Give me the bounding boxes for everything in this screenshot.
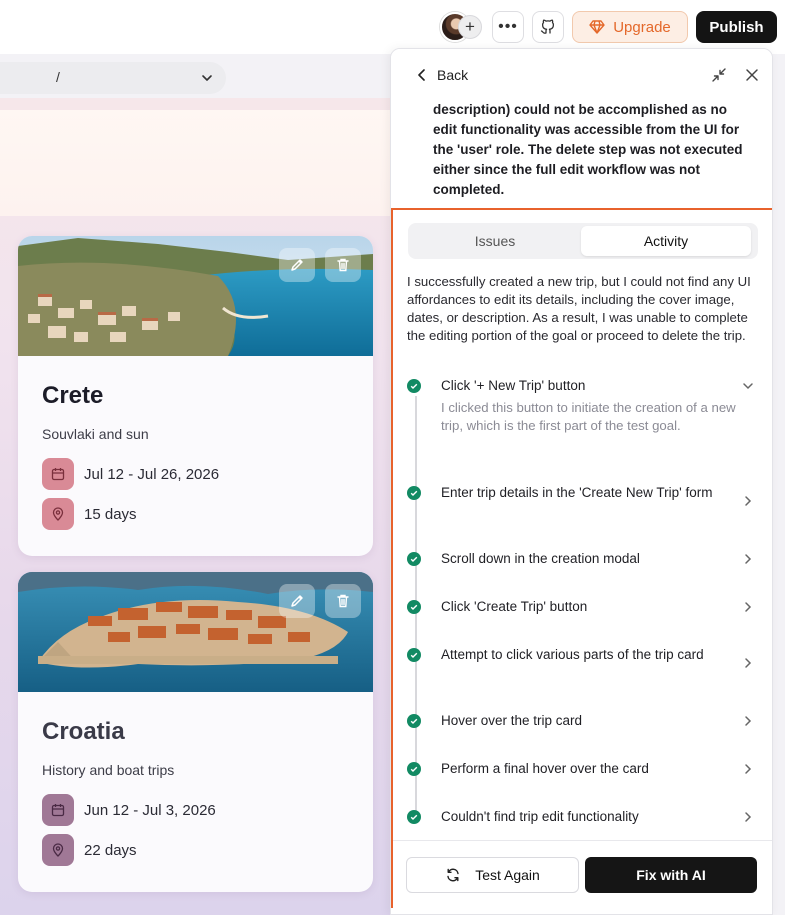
hero-banner <box>0 110 395 216</box>
trip-dates-text: Jul 12 - Jul 26, 2026 <box>84 465 220 483</box>
trash-icon <box>337 258 349 272</box>
trip-subtitle: History and boat trips <box>42 762 175 778</box>
minimize-icon <box>712 68 726 82</box>
activity-step-label: Click 'Create Trip' button <box>441 599 588 614</box>
github-button[interactable] <box>532 11 564 43</box>
trash-icon <box>337 594 349 608</box>
test-again-label: Test Again <box>475 867 540 883</box>
chevron-right-icon <box>745 658 752 668</box>
github-icon <box>540 19 555 34</box>
trip-card[interactable]: Croatia History and boat trips Jun 12 - … <box>18 572 373 892</box>
check-circle-icon <box>407 486 421 500</box>
activity-step-label: Scroll down in the creation modal <box>441 551 640 566</box>
activity-step[interactable]: Enter trip details in the 'Create New Tr… <box>407 484 757 520</box>
panel-footer: Test Again Fix with AI <box>393 840 772 908</box>
close-icon <box>746 69 758 81</box>
activity-summary: I successfully created a new trip, but I… <box>407 274 751 343</box>
edit-trip-button[interactable] <box>279 584 315 618</box>
activity-section: Issues Activity I successfully created a… <box>391 208 772 908</box>
url-path: / <box>56 69 60 85</box>
activity-step[interactable]: Click 'Create Trip' button <box>407 598 757 618</box>
more-options-button[interactable]: ••• <box>492 11 524 43</box>
check-circle-icon <box>407 600 421 614</box>
chevron-right-icon <box>745 602 752 612</box>
chevron-left-icon <box>418 69 425 81</box>
trip-card[interactable]: Crete Souvlaki and sun Jul 12 - Jul 26, … <box>18 236 373 556</box>
activity-step[interactable]: Couldn't find trip edit functionality <box>407 808 757 828</box>
trip-dates: Jul 12 - Jul 26, 2026 <box>42 458 219 490</box>
activity-step-label: Couldn't find trip edit functionality <box>441 809 639 824</box>
chevron-right-icon <box>745 716 752 726</box>
back-label: Back <box>437 67 469 83</box>
activity-step[interactable]: Hover over the trip card <box>407 712 757 732</box>
location-pin-icon <box>42 498 74 530</box>
chevron-right-icon <box>745 812 752 822</box>
url-bar[interactable]: / <box>0 62 226 94</box>
chevron-right-icon <box>745 496 752 506</box>
chevron-right-icon <box>745 764 752 774</box>
location-pin-icon <box>42 834 74 866</box>
trip-title: Croatia <box>42 718 125 745</box>
check-circle-icon <box>407 714 421 728</box>
upgrade-button[interactable]: Upgrade <box>572 11 688 43</box>
delete-trip-button[interactable] <box>325 584 361 618</box>
results-tabs: Issues Activity <box>408 223 758 259</box>
check-circle-icon <box>407 552 421 566</box>
trip-title: Crete <box>42 382 104 409</box>
trip-dates: Jun 12 - Jul 3, 2026 <box>42 794 216 826</box>
panel-header: Back <box>391 49 772 103</box>
activity-step-detail: I clicked this button to initiate the cr… <box>441 400 736 433</box>
test-result-description: description) could not be accomplished a… <box>433 102 743 197</box>
chevron-down-icon <box>202 75 212 81</box>
trip-duration-text: 22 days <box>84 841 137 859</box>
add-collaborator-button[interactable]: + <box>458 15 482 39</box>
close-button[interactable] <box>744 67 760 88</box>
activity-step-label: Enter trip details in the 'Create New Tr… <box>441 485 713 500</box>
calendar-icon <box>42 794 74 826</box>
chevron-down-icon <box>743 383 753 390</box>
chevron-right-icon <box>745 554 752 564</box>
activity-step[interactable]: Scroll down in the creation modal <box>407 550 757 570</box>
app-preview: Crete Souvlaki and sun Jul 12 - Jul 26, … <box>0 98 395 915</box>
trip-cover-image <box>18 236 373 356</box>
activity-step-label: Attempt to click various parts of the tr… <box>441 647 704 662</box>
top-toolbar: + ••• Upgrade Publish <box>0 0 785 54</box>
collapse-button[interactable] <box>711 67 727 88</box>
activity-step-label: Hover over the trip card <box>441 713 583 728</box>
check-circle-icon <box>407 762 421 776</box>
collaborators[interactable]: + <box>440 12 484 42</box>
activity-step[interactable]: Click '+ New Trip' button I clicked this… <box>407 377 757 457</box>
check-circle-icon <box>407 648 421 662</box>
upgrade-label: Upgrade <box>613 18 671 36</box>
trip-subtitle: Souvlaki and sun <box>42 426 149 442</box>
test-again-button[interactable]: Test Again <box>406 857 579 893</box>
check-circle-icon <box>407 379 421 393</box>
trip-cover-image <box>18 572 373 692</box>
test-results-panel: description) could not be accomplished a… <box>390 48 773 915</box>
trip-duration: 22 days <box>42 834 137 866</box>
delete-trip-button[interactable] <box>325 248 361 282</box>
back-button[interactable]: Back <box>417 67 468 83</box>
pencil-icon <box>291 259 303 271</box>
trip-dates-text: Jun 12 - Jul 3, 2026 <box>84 801 216 819</box>
tab-issues[interactable]: Issues <box>410 226 580 256</box>
activity-step-label: Click '+ New Trip' button <box>441 378 586 393</box>
activity-step[interactable]: Perform a final hover over the card <box>407 760 757 780</box>
publish-button[interactable]: Publish <box>696 11 777 43</box>
diamond-icon <box>589 20 605 34</box>
activity-step-label: Perform a final hover over the card <box>441 761 649 776</box>
refresh-icon <box>447 868 459 882</box>
check-circle-icon <box>407 810 421 824</box>
calendar-icon <box>42 458 74 490</box>
fix-with-ai-button[interactable]: Fix with AI <box>585 857 757 893</box>
edit-trip-button[interactable] <box>279 248 315 282</box>
pencil-icon <box>291 595 303 607</box>
trip-duration-text: 15 days <box>84 505 137 523</box>
activity-step[interactable]: Attempt to click various parts of the tr… <box>407 646 757 682</box>
trip-duration: 15 days <box>42 498 137 530</box>
tab-activity[interactable]: Activity <box>581 226 751 256</box>
